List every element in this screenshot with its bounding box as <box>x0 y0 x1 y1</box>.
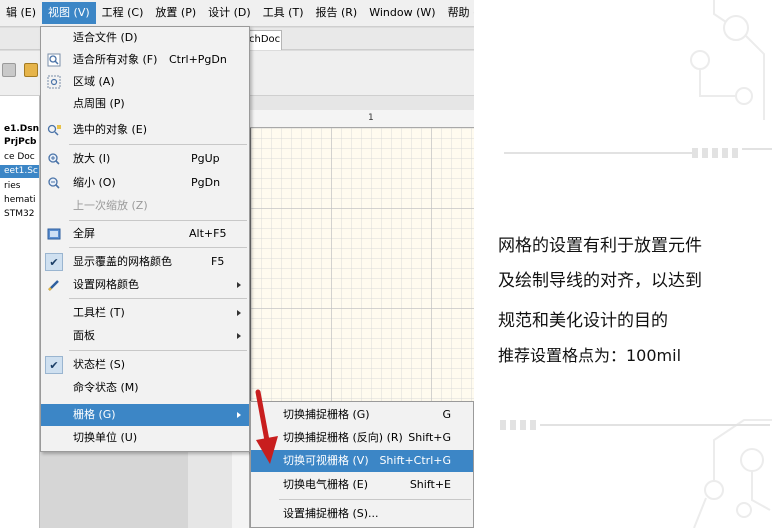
view-menu-dropdown: 适合文件 (D) 适合所有对象 (F) Ctrl+PgDn 区域 (A) 点周围… <box>40 26 250 452</box>
zoom-in-icon <box>45 151 63 167</box>
submenu-arrow-icon <box>237 310 241 316</box>
menu-item-fit-document[interactable]: 适合文件 (D) <box>41 27 249 49</box>
menu-reports[interactable]: 报告 (R) <box>310 2 364 24</box>
ruler-label: 1 <box>368 113 374 123</box>
toolbar-folder-icon[interactable] <box>24 63 38 77</box>
menu-separator <box>69 298 247 299</box>
description-line: 规范和美化设计的目的 <box>498 311 668 331</box>
menu-window[interactable]: Window (W) <box>363 2 441 24</box>
menu-view[interactable]: 视图 (V) <box>42 2 96 24</box>
description-line-recommendation: 推荐设置格点为：100mil <box>498 346 682 365</box>
red-arrow-icon <box>255 389 278 464</box>
panel-background <box>40 452 188 528</box>
submenu-item-toggle-snap-grid[interactable]: 切换捕捉栅格 (G) G <box>251 404 473 426</box>
menu-design[interactable]: 设计 (D) <box>202 2 257 24</box>
circuit-decoration <box>500 0 772 528</box>
project-item[interactable]: hemati <box>4 194 36 207</box>
selected-objects-icon <box>45 122 63 138</box>
project-item-selected[interactable]: eet1.Sc <box>0 165 39 178</box>
toolbar-tool-icon[interactable] <box>2 63 16 77</box>
menu-edit[interactable]: 辑 (E) <box>0 2 42 24</box>
project-item[interactable]: e1.Dsn <box>4 123 39 136</box>
zoom-out-icon <box>45 175 63 191</box>
menu-item-set-grid-color[interactable]: 设置网格颜色 <box>41 274 249 296</box>
pen-icon <box>45 277 63 293</box>
project-item[interactable]: STM32 <box>4 208 34 221</box>
menu-item-show-grid-color[interactable]: ✔ 显示覆盖的网格颜色 F5 <box>41 251 249 273</box>
description-line: 及绘制导线的对齐，以达到 <box>498 271 702 291</box>
submenu-item-toggle-visible-grid[interactable]: 切换可视栅格 (V) Shift+Ctrl+G <box>251 450 473 472</box>
submenu-arrow-icon <box>237 333 241 339</box>
menu-separator <box>279 499 471 500</box>
menu-item-toggle-units[interactable]: 切换单位 (U) <box>41 427 249 449</box>
menu-item-selected-objects[interactable]: 选中的对象 (E) <box>41 119 249 141</box>
fit-all-objects-icon <box>45 52 63 68</box>
menu-separator <box>69 350 247 351</box>
menu-tools[interactable]: 工具 (T) <box>257 2 310 24</box>
project-item[interactable]: ce Doc <box>4 151 35 164</box>
menu-item-grid[interactable]: 栅格 (G) <box>41 404 249 426</box>
menu-item-previous-zoom: 上一次缩放 (Z) <box>73 199 148 212</box>
menu-item-toolbars[interactable]: 工具栏 (T) <box>41 302 249 324</box>
menu-place[interactable]: 放置 (P) <box>149 2 202 24</box>
menu-item-fit-all-objects[interactable]: 适合所有对象 (F) Ctrl+PgDn <box>41 49 249 71</box>
menu-separator <box>69 220 247 221</box>
menu-item-area[interactable]: 区域 (A) <box>41 71 249 93</box>
menu-separator <box>69 144 247 145</box>
checkmark-icon: ✔ <box>45 356 63 374</box>
checkmark-icon: ✔ <box>45 253 63 271</box>
submenu-item-set-snap-grid[interactable]: 设置捕捉栅格 (S)... <box>251 503 473 525</box>
area-zoom-icon <box>45 74 63 90</box>
description-line: 网格的设置有利于放置元件 <box>498 236 702 256</box>
menu-item-panels[interactable]: 面板 <box>41 325 249 347</box>
menu-item-status-bar[interactable]: ✔ 状态栏 (S) <box>41 354 249 376</box>
menu-separator <box>69 247 247 248</box>
menu-item-around-point[interactable]: 点周围 (P) <box>41 93 249 115</box>
project-item[interactable]: PrjPcb <box>4 136 37 149</box>
altium-designer-window: 辑 (E) 视图 (V) 工程 (C) 放置 (P) 设计 (D) 工具 (T)… <box>0 0 474 528</box>
top-ruler <box>232 110 474 128</box>
menu-item-fullscreen[interactable]: 全屏 Alt+F5 <box>41 223 249 245</box>
menu-bar: 辑 (E) 视图 (V) 工程 (C) 放置 (P) 设计 (D) 工具 (T)… <box>0 0 474 27</box>
grid-submenu: 切换捕捉栅格 (G) G 切换捕捉栅格 (反向) (R) Shift+G 切换可… <box>250 401 474 528</box>
projects-panel: e1.Dsn PrjPcb ce Doc eet1.Sc ries hemati… <box>0 96 40 528</box>
submenu-arrow-icon <box>237 412 241 418</box>
submenu-arrow-icon <box>237 282 241 288</box>
project-item[interactable]: ries <box>4 180 20 193</box>
menu-item-zoom-in[interactable]: 放大 (I) PgUp <box>41 148 249 170</box>
description-panel: 网格的设置有利于放置元件 及绘制导线的对齐，以达到 规范和美化设计的目的 推荐设… <box>474 0 772 528</box>
menu-help[interactable]: 帮助 ( <box>442 2 474 24</box>
fullscreen-icon <box>45 226 63 242</box>
submenu-item-toggle-electrical-grid[interactable]: 切换电气栅格 (E) Shift+E <box>251 474 473 496</box>
menu-item-zoom-out[interactable]: 缩小 (O) PgDn <box>41 172 249 194</box>
submenu-item-toggle-snap-grid-reverse[interactable]: 切换捕捉栅格 (反向) (R) Shift+G <box>251 427 473 449</box>
menu-item-command-status[interactable]: 命令状态 (M) <box>41 377 249 399</box>
menu-project[interactable]: 工程 (C) <box>96 2 150 24</box>
